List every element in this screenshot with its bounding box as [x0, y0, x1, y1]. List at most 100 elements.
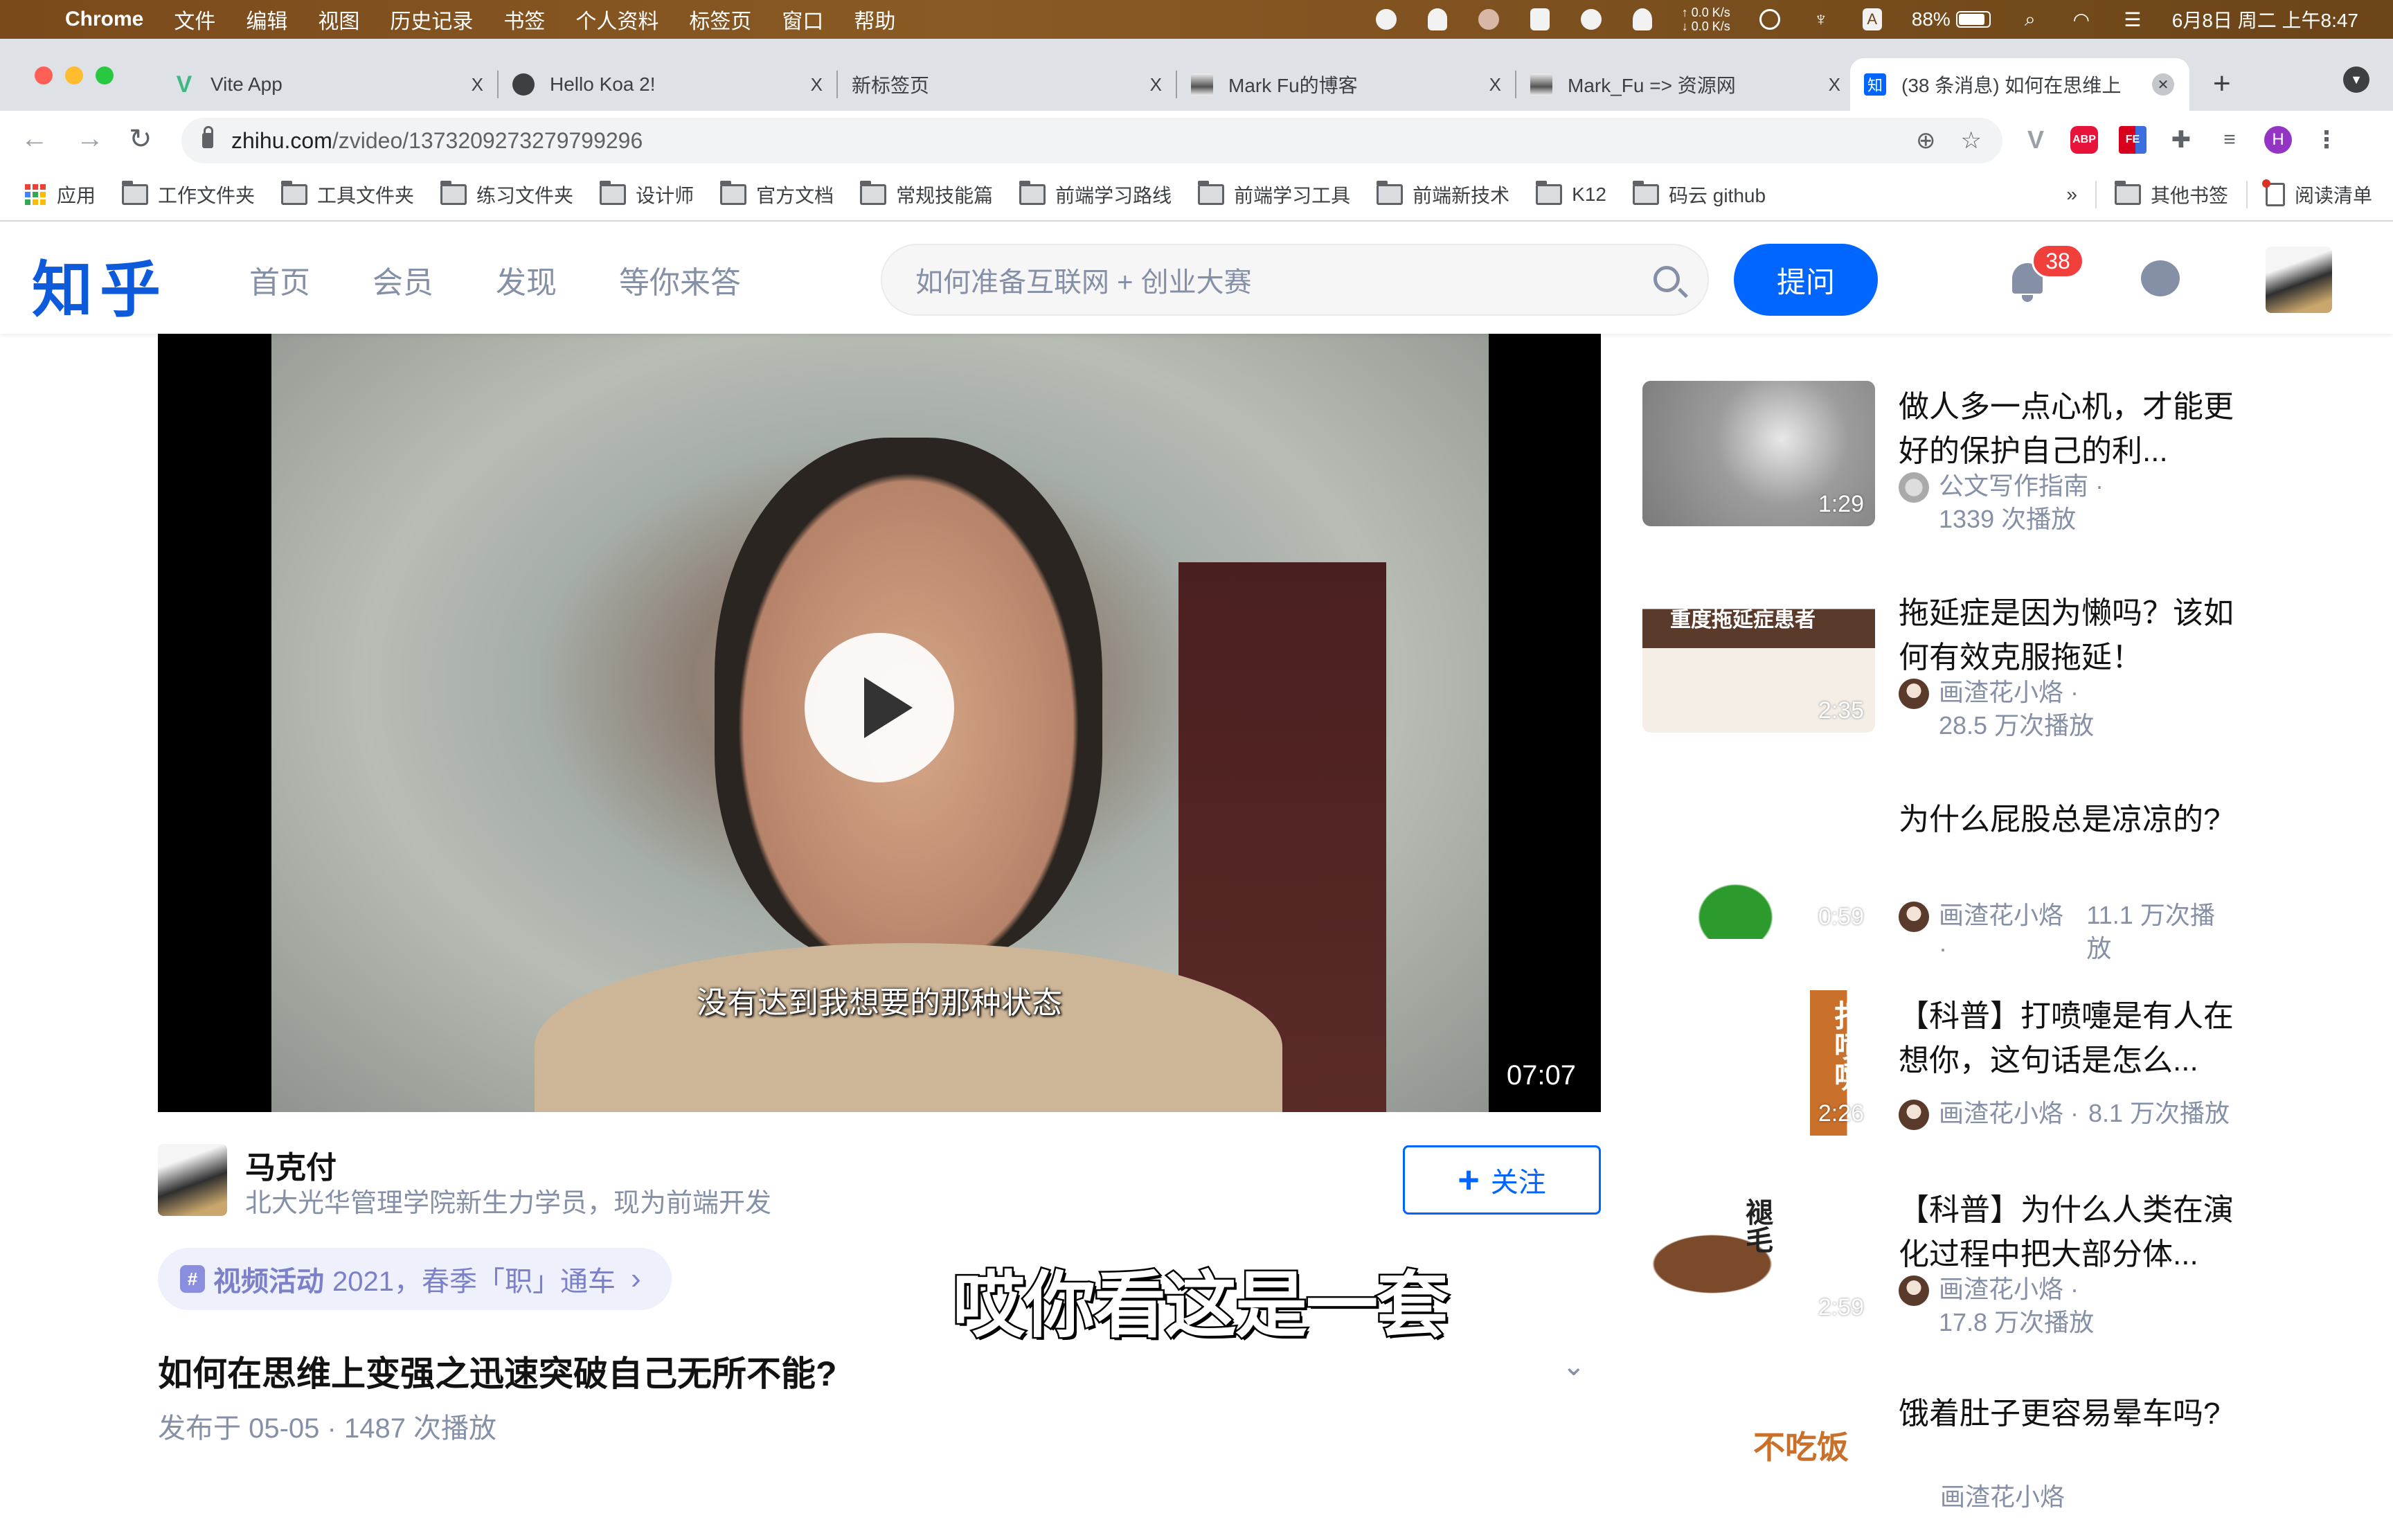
bookmark-folder[interactable]: 设计师 — [600, 181, 694, 208]
chrome-menu-icon[interactable]: ⋮ — [2313, 126, 2340, 154]
wechat-icon[interactable] — [1579, 8, 1603, 31]
menu-tabs[interactable]: 标签页 — [689, 4, 751, 35]
new-tab-button[interactable]: + — [2213, 66, 2231, 101]
lock-icon[interactable] — [202, 126, 213, 148]
menu-view[interactable]: 视图 — [318, 4, 359, 35]
bookmark-folder[interactable]: 前端学习路线 — [1019, 181, 1172, 208]
close-window-button[interactable] — [35, 66, 53, 84]
related-author[interactable]: 画渣花小烙 · — [1939, 678, 2079, 706]
wifi-icon[interactable]: ◠ — [2070, 8, 2093, 31]
video-thumbnail[interactable]: 重度拖延症患者 2:35 — [1642, 587, 1875, 733]
expand-chevron-icon[interactable]: ⌄ — [1562, 1350, 1586, 1382]
bookmark-folder[interactable]: 工具文件夹 — [281, 181, 414, 208]
menu-history[interactable]: 历史记录 — [390, 4, 473, 35]
author-avatar[interactable] — [158, 1144, 227, 1216]
extensions-puzzle-icon[interactable]: ✚ — [2167, 126, 2195, 154]
menu-window[interactable]: 窗口 — [782, 4, 823, 35]
nav-discover[interactable]: 发现 — [496, 258, 557, 302]
search-input[interactable]: 如何准备互联网 + 创业大赛 — [881, 244, 1709, 316]
related-video-card[interactable]: 1:29 做人多一点心机，才能更好的保护自己的利... 公文写作指南 · 1339… — [1642, 381, 2238, 533]
spotlight-search-icon[interactable]: ⌕ — [2018, 8, 2042, 31]
bookmark-folder[interactable]: 前端新技术 — [1377, 181, 1509, 208]
related-author[interactable]: 公文写作指南 · — [1939, 472, 2104, 500]
input-method-icon[interactable]: A — [1861, 8, 1884, 31]
related-video-card[interactable]: 0:59 为什么屁股总是凉凉的? 画渣花小烙 · 11.1 万次播放 — [1642, 794, 2238, 962]
bookmark-folder[interactable]: 工作文件夹 — [122, 181, 255, 208]
related-title[interactable]: 为什么屁股总是凉凉的? — [1899, 798, 2245, 842]
cow-app-icon[interactable] — [1477, 8, 1500, 31]
bookmark-folder[interactable]: 常规技能篇 — [860, 181, 993, 208]
topic-tag[interactable]: # 视频活动 2021，春季「职」通车 › — [158, 1248, 672, 1310]
forward-button[interactable]: → — [76, 123, 104, 154]
video-thumbnail[interactable]: 0:59 — [1642, 794, 1875, 939]
video-thumbnail[interactable]: 不吃饭 — [1642, 1388, 1875, 1533]
control-center-icon[interactable]: ☰ — [2121, 8, 2144, 31]
nav-waiting-answers[interactable]: 等你来答 — [619, 258, 741, 302]
follow-button[interactable]: + 关注 — [1403, 1145, 1601, 1215]
tab-search-icon[interactable]: ▼ — [2343, 66, 2369, 93]
video-thumbnail[interactable]: 褪毛 2:59 — [1642, 1184, 1875, 1329]
note-app-icon[interactable] — [1528, 8, 1552, 31]
search-icon[interactable] — [1653, 266, 1680, 292]
ask-question-button[interactable]: 提问 — [1734, 244, 1878, 316]
tab-mark-fu-blog[interactable]: Mark Fu的博客 X — [1177, 58, 1516, 111]
close-tab-icon[interactable]: X — [1829, 74, 1840, 96]
qq-icon[interactable] — [1426, 8, 1449, 31]
video-player[interactable]: 没有达到我想要的那种状态 07:07 — [158, 334, 1601, 1112]
zoom-window-button[interactable] — [96, 66, 114, 84]
related-title[interactable]: 【科普】为什么人类在演化过程中把大部分体... — [1899, 1188, 2245, 1277]
close-tab-icon[interactable]: X — [811, 74, 823, 96]
address-bar[interactable]: zhihu.com/zvideo/1373209273279799296 ⊕ ☆ — [181, 118, 2002, 163]
related-video-card[interactable]: 打喷嚏 2:26 【科普】打喷嚏是有人在想你，这句话是怎么... 画渣花小烙 · … — [1642, 990, 2238, 1143]
record-icon[interactable] — [1374, 8, 1398, 31]
bookmark-folder[interactable]: 前端学习工具 — [1198, 181, 1350, 208]
close-tab-icon[interactable]: X — [1150, 74, 1162, 96]
video-thumbnail[interactable]: 1:29 — [1642, 381, 1875, 526]
related-author[interactable]: 画渣花小烙 · — [1939, 1097, 2079, 1130]
tab-vite-app[interactable]: V Vite App X — [159, 58, 499, 111]
related-title[interactable]: 【科普】打喷嚏是有人在想你，这句话是怎么... — [1899, 994, 2245, 1083]
profile-avatar[interactable]: H — [2264, 126, 2292, 154]
battery-indicator[interactable]: 88% — [1912, 8, 1991, 30]
menubar-clock[interactable]: 6月8日 周二 上午8:47 — [2172, 6, 2358, 33]
reading-list[interactable]: 阅读清单 — [2261, 179, 2372, 208]
menu-file[interactable]: 文件 — [174, 4, 215, 35]
related-video-card[interactable]: 重度拖延症患者 2:35 拖延症是因为懒吗？该如何有效克服拖延！ 画渣花小烙 · 2… — [1642, 587, 2238, 740]
back-button[interactable]: ← — [21, 123, 48, 154]
zhihu-logo[interactable]: 知乎 — [32, 241, 168, 329]
related-title[interactable]: 做人多一点心机，才能更好的保护自己的利... — [1899, 385, 2245, 474]
bookmark-star-icon[interactable]: ☆ — [1961, 127, 1982, 154]
tab-hello-koa[interactable]: Hello Koa 2! X — [499, 58, 838, 111]
minimize-window-button[interactable] — [65, 66, 83, 84]
play-circle-icon[interactable] — [1758, 8, 1782, 31]
tab-mark-fu-resources[interactable]: Mark_Fu => 资源网 X — [1516, 58, 1856, 111]
related-title[interactable]: 拖延症是因为懒吗？该如何有效克服拖延！ — [1899, 591, 2245, 680]
bookmark-folder[interactable]: 练习文件夹 — [440, 181, 573, 208]
related-video-card[interactable]: 不吃饭 饿着肚子更容易晕车吗? 画渣花小烙 — [1642, 1388, 2238, 1540]
nav-membership[interactable]: 会员 — [373, 258, 433, 302]
fe-helper-icon[interactable]: FE — [2119, 126, 2146, 154]
tab-new-tab[interactable]: 新标签页 X — [838, 58, 1177, 111]
user-avatar[interactable] — [2266, 247, 2332, 313]
reload-button[interactable]: ↻ — [129, 123, 152, 155]
related-author[interactable]: 画渣花小烙 — [1940, 1480, 2065, 1514]
play-button[interactable] — [805, 633, 954, 782]
bookmark-other[interactable]: 其他书签 — [2114, 181, 2228, 208]
adblock-plus-icon[interactable]: ABP — [2070, 126, 2098, 154]
bookmark-folder[interactable]: 码云 github — [1632, 181, 1766, 208]
messages-icon[interactable] — [2141, 260, 2180, 296]
vue-devtools-icon[interactable]: V — [2022, 125, 2050, 154]
close-tab-icon[interactable]: ✕ — [2152, 73, 2174, 96]
related-author[interactable]: 画渣花小烙 · — [1939, 899, 2077, 965]
leaf-app-icon[interactable]: ♆ — [1809, 8, 1833, 31]
author-name[interactable]: 马克付 — [245, 1143, 337, 1187]
menu-help[interactable]: 帮助 — [854, 4, 895, 35]
bookmarks-overflow-button[interactable]: » — [2066, 183, 2077, 206]
nav-home[interactable]: 首页 — [249, 258, 310, 302]
bookmark-folder[interactable]: 官方文档 — [720, 181, 834, 208]
menu-profiles[interactable]: 个人资料 — [575, 4, 658, 35]
bookmark-apps[interactable]: 应用 — [25, 181, 96, 208]
video-thumbnail[interactable]: 打喷嚏 2:26 — [1642, 990, 1875, 1136]
related-title[interactable]: 饿着肚子更容易晕车吗? — [1899, 1392, 2245, 1436]
menu-app-name[interactable]: Chrome — [65, 8, 143, 31]
